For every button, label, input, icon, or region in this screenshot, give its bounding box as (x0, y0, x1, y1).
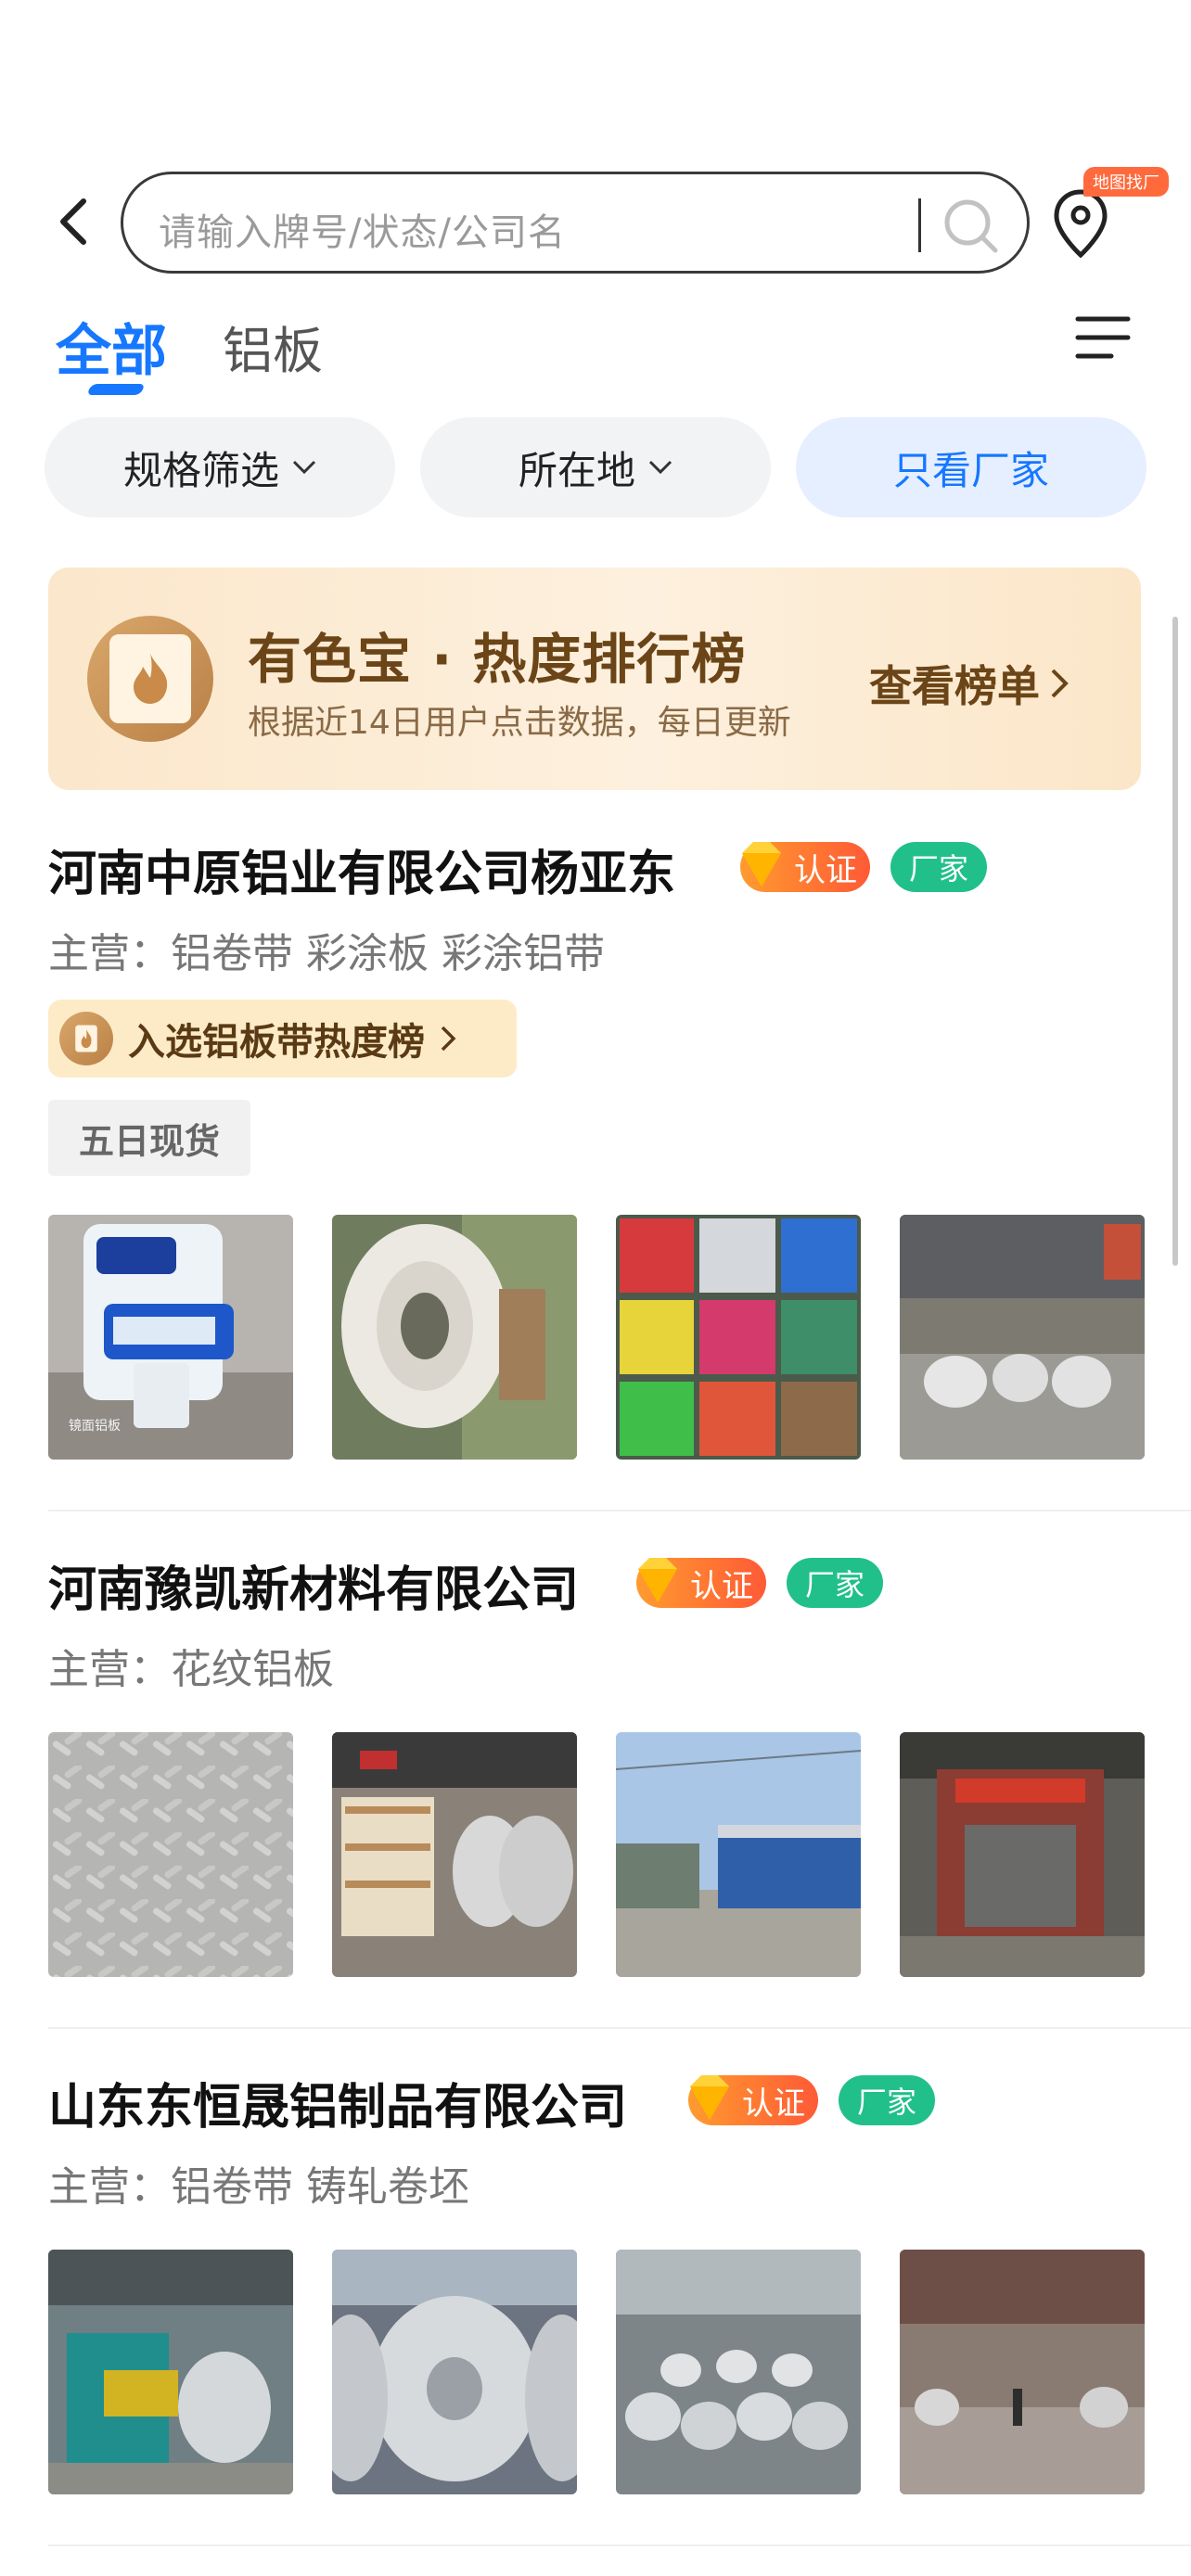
company-card[interactable]: 山东东恒晟铝制品有限公司 认证 厂家 主营：铝卷带 铸轧卷坯 (48, 2068, 1191, 2550)
certified-label: 认证 (742, 2085, 805, 2123)
company-name[interactable]: 山东东恒晟铝制品有限公司 (48, 2068, 627, 2137)
menu-icon[interactable] (1074, 313, 1132, 362)
map-finder-badge[interactable]: 地图找厂 (1083, 167, 1169, 197)
factory-only-label: 只看厂家 (892, 447, 1049, 493)
product-photo[interactable] (900, 1732, 1145, 1977)
ranking-logo-icon (87, 616, 213, 742)
product-photo[interactable] (48, 2250, 293, 2494)
product-photo[interactable]: 镜面铝板 (48, 1215, 293, 1460)
chevron-down-icon (648, 460, 672, 475)
diamond-icon (690, 2075, 729, 2120)
main-business: 主营：花纹铝板 (48, 1646, 334, 1693)
hot-ranking-tag[interactable]: 入选铝板带热度榜 (48, 1000, 517, 1078)
chevron-right-icon (1051, 669, 1069, 698)
location-filter-button[interactable]: 所在地 (420, 417, 771, 517)
product-photo[interactable] (616, 1215, 861, 1460)
card-divider (48, 2027, 1191, 2029)
map-location-icon[interactable] (1048, 186, 1113, 261)
tab-all[interactable]: 全部 (56, 306, 167, 387)
main-business: 主营：铝卷带 彩涂板 彩涂铝带 (48, 930, 605, 977)
top-bar: 请输入牌号/状态/公司名 地图找厂 (0, 167, 1191, 274)
search-divider (918, 198, 921, 252)
flame-icon (134, 654, 168, 704)
ranking-mini-icon (59, 1012, 113, 1065)
factory-badge: 厂家 (839, 2075, 935, 2125)
card-divider (48, 1510, 1191, 1511)
search-icon[interactable] (940, 195, 1001, 256)
hot-ranking-label: 入选铝板带热度榜 (128, 1021, 425, 1064)
active-tab-indicator (86, 384, 146, 395)
tab-aluminum-plate[interactable]: 铝板 (223, 310, 323, 383)
product-photo[interactable] (616, 2250, 861, 2494)
search-bar[interactable]: 请输入牌号/状态/公司名 (121, 172, 1030, 274)
company-name[interactable]: 河南豫凯新材料有限公司 (48, 1550, 579, 1620)
product-photo[interactable] (332, 2250, 577, 2494)
product-photo[interactable] (900, 2250, 1145, 2494)
filter-bar: 规格筛选 所在地 只看厂家 (45, 417, 1146, 517)
certified-badge: 认证 (688, 2075, 818, 2125)
product-photo[interactable] (332, 1732, 577, 1977)
certified-label: 认证 (794, 851, 857, 889)
back-arrow-icon[interactable] (48, 194, 104, 249)
factory-only-button[interactable]: 只看厂家 (796, 417, 1146, 517)
factory-badge: 厂家 (787, 1558, 883, 1608)
hot-ranking-banner[interactable]: 有色宝 · 热度排行榜 根据近14日用户点击数据，每日更新 查看榜单 (48, 567, 1141, 790)
banner-title: 有色宝 · 热度排行榜 (248, 628, 747, 691)
diamond-icon (742, 842, 781, 886)
spec-filter-label: 规格筛选 (122, 447, 279, 493)
banner-subtitle: 根据近14日用户点击数据，每日更新 (248, 704, 791, 742)
product-photo[interactable] (900, 1215, 1145, 1460)
certified-badge: 认证 (740, 842, 870, 892)
card-divider (48, 2544, 1191, 2546)
product-photos (48, 2250, 1145, 2494)
product-photos (48, 1732, 1145, 1977)
photo-caption: 镜面铝板 (69, 1419, 121, 1434)
company-card[interactable]: 河南中原铝业有限公司杨亚东 认证 厂家 主营：铝卷带 彩涂板 彩涂铝带 入选铝板… (48, 835, 1191, 1465)
scrollbar[interactable] (1172, 617, 1178, 1266)
product-photo[interactable] (616, 1732, 861, 1977)
stock-tag: 五日现货 (48, 1100, 250, 1176)
company-name[interactable]: 河南中原铝业有限公司杨亚东 (48, 835, 675, 904)
product-photos: 镜面铝板 (48, 1215, 1145, 1460)
company-card[interactable]: 河南豫凯新材料有限公司 认证 厂家 主营：花纹铝板 (48, 1550, 1191, 2033)
chevron-down-icon (292, 460, 316, 475)
search-placeholder: 请输入牌号/状态/公司名 (159, 211, 566, 254)
diamond-icon (638, 1558, 677, 1602)
certified-label: 认证 (690, 1567, 753, 1605)
certified-badge: 认证 (636, 1558, 766, 1608)
main-business: 主营：铝卷带 铸轧卷坯 (48, 2163, 469, 2211)
product-photo[interactable] (48, 1732, 293, 1977)
factory-badge: 厂家 (890, 842, 987, 892)
spec-filter-button[interactable]: 规格筛选 (45, 417, 395, 517)
view-ranking-link[interactable]: 查看榜单 (869, 653, 1071, 714)
chevron-right-icon (441, 1026, 456, 1052)
location-filter-label: 所在地 (518, 447, 635, 493)
view-ranking-label: 查看榜单 (869, 661, 1040, 711)
product-photo[interactable] (332, 1215, 577, 1460)
